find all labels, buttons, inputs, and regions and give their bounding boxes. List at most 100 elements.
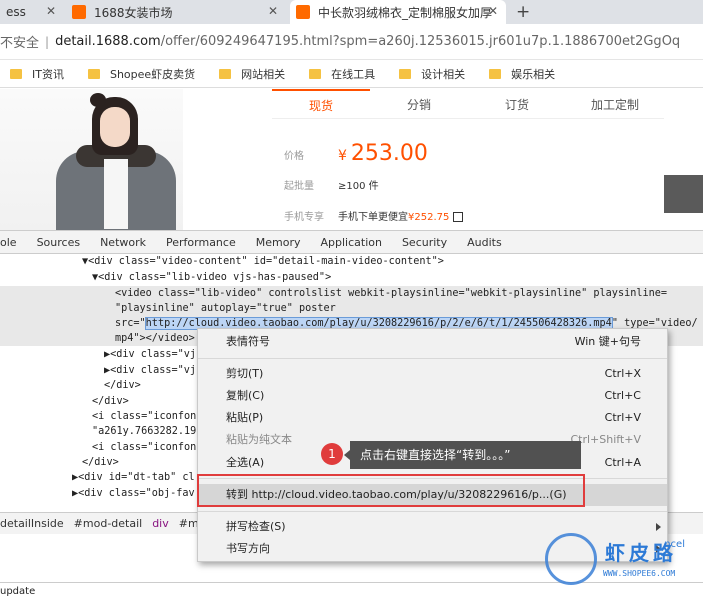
- menu-item-label: 书写方向: [226, 542, 270, 555]
- tab-application[interactable]: Application: [320, 236, 381, 249]
- product-page: 现货 分销 订货 加工定制 价格 ¥253.00 起批量 ≥100 件 手机专享…: [0, 89, 703, 230]
- tab-custom[interactable]: 加工定制: [566, 89, 664, 119]
- offer-tabs: 现货 分销 订货 加工定制: [272, 89, 664, 119]
- folder-icon: [489, 68, 502, 79]
- code-line[interactable]: mp4"></video>: [115, 331, 195, 347]
- tab-security[interactable]: Security: [402, 236, 447, 249]
- cancel-text[interactable]: ncel: [664, 539, 685, 550]
- breadcrumb-item[interactable]: #mod-detail: [74, 517, 143, 530]
- 1688-icon: [72, 5, 86, 19]
- code-line[interactable]: </div>: [92, 394, 129, 410]
- qr-code-icon[interactable]: [453, 212, 464, 222]
- menu-item-paste[interactable]: 粘贴(P) Ctrl+V: [198, 407, 667, 429]
- step-badge: 1: [321, 443, 343, 465]
- folder-icon: [219, 68, 232, 79]
- address-bar[interactable]: 不安全 | detail.1688.com/offer/609249647195…: [0, 24, 703, 60]
- menu-item-shortcut: Ctrl+C: [604, 389, 641, 402]
- folder-icon: [10, 68, 22, 79]
- code-line[interactable]: <i class="iconfon: [92, 409, 196, 425]
- tab-distribution[interactable]: 分销: [370, 89, 468, 119]
- bookmarks-bar: IT资讯 Shopee虾皮卖货 网站相关 在线工具 设计相关 娱乐相关: [0, 60, 703, 88]
- close-icon[interactable]: ✕: [488, 4, 498, 18]
- browser-tab[interactable]: 1688女装市场 ✕: [66, 0, 286, 24]
- bookmark-label: IT资讯: [32, 67, 64, 81]
- side-panel-block[interactable]: [664, 175, 703, 213]
- browser-tab-active[interactable]: 中长款羽绒棉衣_定制棉服女加厚 ✕: [290, 0, 506, 24]
- menu-item-cut[interactable]: 剪切(T) Ctrl+X: [198, 363, 667, 385]
- tab-title: 1688女装市场: [94, 5, 173, 20]
- close-icon[interactable]: ✕: [268, 4, 278, 18]
- mobile-offer: 手机下单更便宜¥252.75: [338, 208, 464, 223]
- code-line[interactable]: <video class="lib-video" controlslist we…: [115, 286, 667, 302]
- code-line[interactable]: </div>: [104, 378, 141, 394]
- url-text[interactable]: detail.1688.com/offer/609249647195.html?…: [55, 34, 680, 49]
- tab-network[interactable]: Network: [100, 236, 146, 249]
- bookmark-label: 在线工具: [331, 67, 376, 81]
- watermark-url: WWW.SHOPEE6.COM: [603, 569, 676, 578]
- code-line[interactable]: ▶<div class="vj: [104, 363, 196, 379]
- url-path: /offer/609249647195.html?spm=a260j.12536…: [160, 34, 681, 49]
- menu-item-shortcut: Ctrl+Shift+V: [570, 433, 641, 446]
- menu-item-label: 剪切(T): [226, 367, 264, 380]
- tab-audits[interactable]: Audits: [467, 236, 502, 249]
- folder-icon: [399, 68, 412, 79]
- menu-item-emoji[interactable]: 表情符号 Win 键+句号: [198, 331, 667, 353]
- code-line[interactable]: "playsinline" autoplay="true" poster: [115, 301, 336, 317]
- code-text: src=": [115, 318, 146, 329]
- security-indicator[interactable]: 不安全: [0, 32, 39, 51]
- code-line[interactable]: <i class="iconfon: [92, 440, 196, 456]
- price-value: 253.00: [350, 141, 428, 166]
- tab-title: 中长款羽绒棉衣_定制棉服女加厚: [318, 5, 493, 20]
- mobile-text: 手机下单更便宜: [338, 212, 408, 223]
- code-line[interactable]: ▶<div id="dt-tab" cl: [72, 470, 195, 486]
- bookmark-folder[interactable]: 网站相关: [219, 66, 285, 82]
- currency-symbol: ¥: [338, 148, 347, 164]
- tab-performance[interactable]: Performance: [166, 236, 236, 249]
- menu-item-copy[interactable]: 复制(C) Ctrl+C: [198, 385, 667, 407]
- bookmark-label: Shopee虾皮卖货: [109, 67, 196, 81]
- code-line[interactable]: ▶<div class="vj: [104, 347, 196, 363]
- code-line[interactable]: "a261y.7663282.19: [92, 424, 196, 440]
- menu-item-shortcut: Ctrl+X: [604, 367, 641, 380]
- tab-title: ess: [6, 5, 26, 19]
- photo-face: [100, 107, 130, 147]
- menu-item-label: 拼写检查(S): [226, 520, 286, 533]
- menu-item-label: 复制(C): [226, 389, 265, 402]
- address-divider: |: [45, 34, 50, 49]
- breadcrumb-item[interactable]: detailInside: [0, 517, 64, 530]
- breadcrumb-item[interactable]: div: [152, 517, 169, 530]
- product-photo[interactable]: [0, 89, 183, 230]
- close-icon[interactable]: ✕: [46, 4, 56, 18]
- bookmark-folder[interactable]: IT资讯: [10, 66, 64, 82]
- tab-order[interactable]: 订货: [468, 89, 566, 119]
- annotation-callout: 点击右键直接选择“转到。。。”: [344, 441, 581, 469]
- bookmark-folder[interactable]: 设计相关: [399, 66, 465, 82]
- bookmark-folder[interactable]: Shopee虾皮卖货: [87, 66, 196, 82]
- browser-tab[interactable]: ess ✕: [0, 0, 64, 24]
- photo-hair-bun: [90, 93, 106, 107]
- bookmark-label: 娱乐相关: [511, 67, 556, 81]
- menu-item-label: 全选(A): [226, 456, 265, 469]
- tab-sources[interactable]: Sources: [37, 236, 81, 249]
- dragon-logo-icon: [545, 533, 597, 585]
- photo-shirt: [104, 159, 128, 229]
- bookmark-folder[interactable]: 娱乐相关: [489, 66, 555, 82]
- tab-in-stock[interactable]: 现货: [272, 89, 370, 119]
- new-tab-button[interactable]: +: [516, 2, 530, 22]
- menu-item-label: 粘贴为纯文本: [226, 433, 292, 446]
- moq-label: 起批量: [284, 181, 314, 192]
- menu-divider: [198, 358, 667, 359]
- code-line[interactable]: ▼<div class="lib-video vjs-has-paused">: [92, 270, 331, 286]
- code-line[interactable]: ▼<div class="video-content" id="detail-m…: [82, 254, 444, 270]
- menu-item-label: 表情符号: [226, 335, 270, 348]
- tab-memory[interactable]: Memory: [256, 236, 301, 249]
- code-line[interactable]: ▶<div class="obj-fav: [72, 486, 195, 502]
- tab-console[interactable]: ole: [0, 236, 17, 249]
- devtools-tabs: ole Sources Network Performance Memory A…: [0, 230, 703, 254]
- bookmark-folder[interactable]: 在线工具: [309, 66, 375, 82]
- url-domain: detail.1688.com: [55, 34, 161, 49]
- browser-tab-bar: ess ✕ 1688女装市场 ✕ 中长款羽绒棉衣_定制棉服女加厚 ✕ +: [0, 0, 703, 24]
- submenu-arrow-icon: [656, 523, 661, 531]
- code-line[interactable]: </div>: [82, 455, 119, 471]
- menu-item-label: 粘贴(P): [226, 411, 264, 424]
